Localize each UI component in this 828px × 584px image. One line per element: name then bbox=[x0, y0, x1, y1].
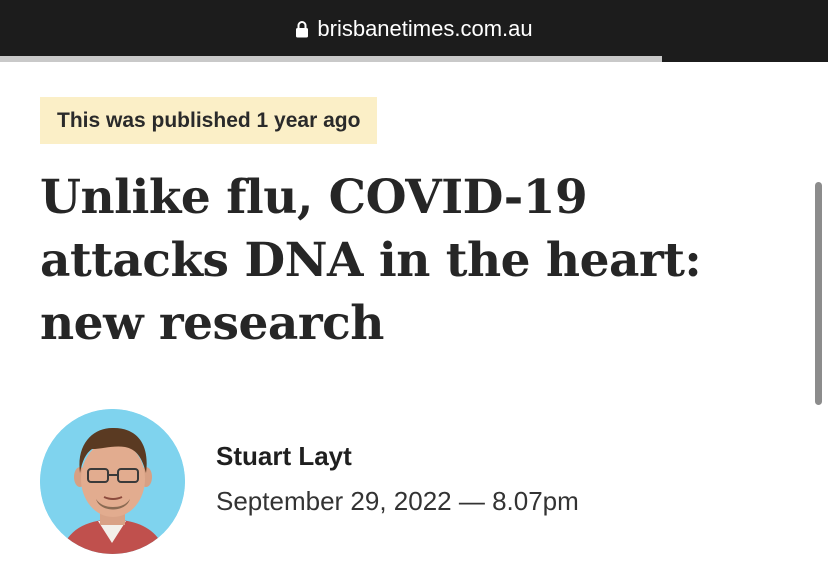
publish-date: September 29, 2022 bbox=[216, 486, 452, 516]
page-load-progress-bar bbox=[0, 56, 662, 62]
author-avatar[interactable] bbox=[40, 409, 185, 554]
dateline-separator: — bbox=[451, 486, 493, 516]
page-load-progress-track bbox=[662, 56, 828, 62]
scrollbar-thumb[interactable] bbox=[815, 182, 822, 405]
publish-dateline: September 29, 2022 — 8.07pm bbox=[216, 484, 579, 518]
article-headline: Unlike flu, COVID-19 attacks DNA in the … bbox=[40, 170, 702, 351]
author-name[interactable]: Stuart Layt bbox=[216, 440, 352, 472]
browser-url-bar[interactable]: brisbanetimes.com.au bbox=[0, 0, 828, 56]
author-photo bbox=[40, 409, 185, 554]
lock-icon bbox=[295, 16, 309, 38]
published-age-badge: This was published 1 year ago bbox=[40, 97, 378, 144]
url-display[interactable]: brisbanetimes.com.au bbox=[0, 14, 828, 44]
publish-time: 8.07pm bbox=[492, 486, 579, 516]
page: brisbanetimes.com.au This was published … bbox=[0, 0, 828, 584]
url-text: brisbanetimes.com.au bbox=[317, 16, 533, 41]
